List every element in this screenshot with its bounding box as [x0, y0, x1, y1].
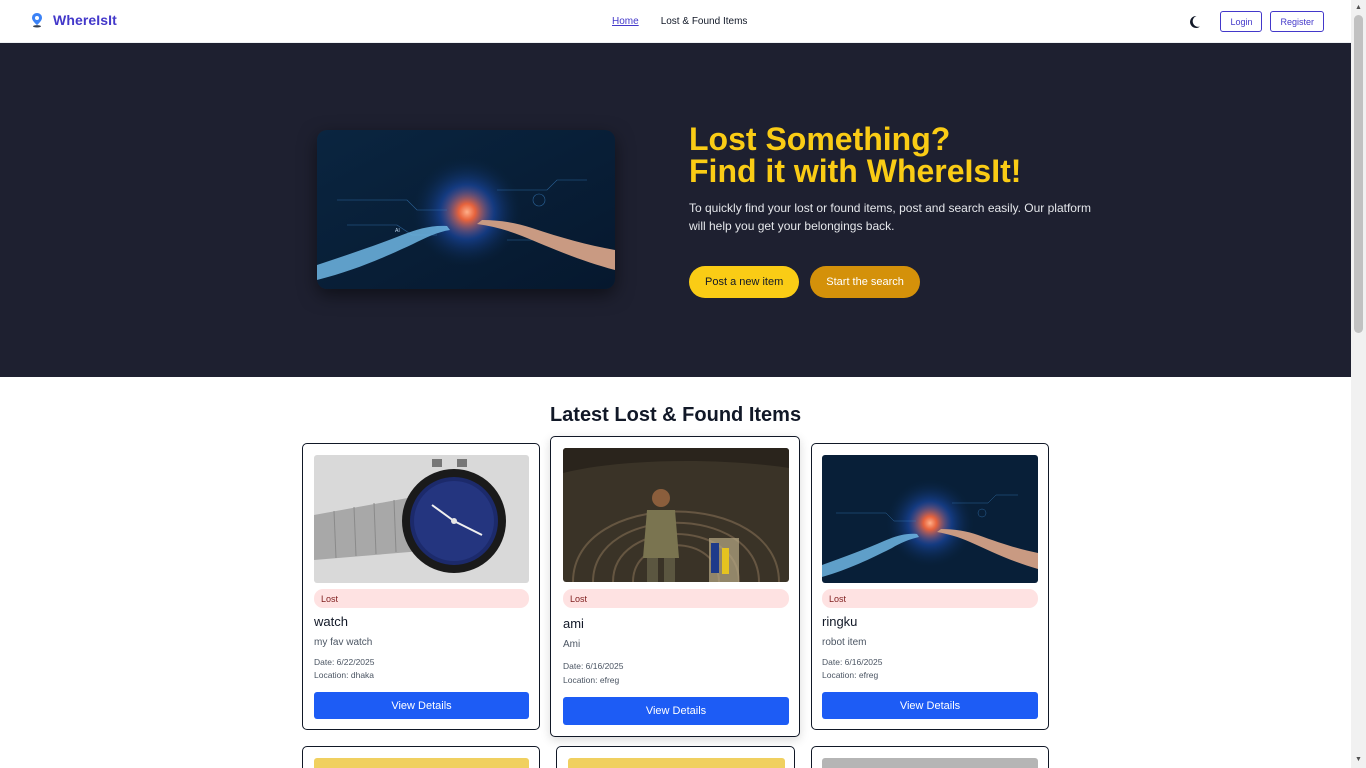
item-card: Lost ami Ami Date: 6/16/2025 Location: e… [550, 436, 800, 737]
view-details-button[interactable]: View Details [563, 697, 789, 725]
brand-logo[interactable]: WhereIsIt [30, 12, 117, 28]
hero-title-line1: Lost Something? [689, 121, 951, 157]
login-button[interactable]: Login [1220, 11, 1263, 32]
nav-actions: Login Register [1186, 11, 1324, 32]
item-card: Lost watch my fav watch Date: 6/22/2025 … [302, 443, 540, 730]
register-button[interactable]: Register [1270, 11, 1324, 32]
page-scrollbar[interactable]: ▲ ▼ [1351, 0, 1366, 768]
item-image [314, 758, 529, 768]
hero-banner: AI Lost Something? Find it with WhereIsI… [0, 43, 1351, 377]
item-description: robot item [822, 637, 867, 648]
navbar: WhereIsIt Home Lost & Found Items Login … [0, 0, 1351, 43]
scroll-thumb[interactable] [1354, 15, 1363, 333]
post-item-button[interactable]: Post a new item [689, 266, 800, 298]
brand-name: WhereIsIt [53, 12, 117, 28]
view-details-button[interactable]: View Details [822, 692, 1038, 719]
item-image [822, 758, 1038, 768]
hero-actions: Post a new item Start the search [689, 266, 920, 298]
hero-title: Lost Something? Find it with WhereIsIt! [689, 123, 1021, 187]
nav-items-link[interactable]: Lost & Found Items [661, 16, 748, 27]
item-location: Location: efreg [822, 670, 879, 680]
hero-description: To quickly find your lost or found items… [689, 201, 1091, 233]
item-card [302, 746, 540, 768]
item-card [811, 746, 1049, 768]
scroll-down-icon[interactable]: ▼ [1354, 755, 1363, 764]
item-image [563, 448, 789, 582]
item-image [822, 455, 1038, 583]
svg-text:AI: AI [395, 228, 400, 234]
item-title: watch [314, 614, 348, 629]
scroll-up-icon[interactable]: ▲ [1354, 3, 1363, 12]
moon-icon[interactable] [1186, 14, 1202, 30]
item-date: Date: 6/16/2025 [822, 657, 883, 667]
item-description: Ami [563, 639, 581, 650]
section-title: Latest Lost & Found Items [549, 404, 802, 426]
status-badge: Lost [314, 589, 529, 608]
item-title: ringku [822, 614, 858, 629]
item-card [556, 746, 795, 768]
item-location: Location: dhaka [314, 670, 375, 680]
item-location: Location: efreg [563, 675, 620, 685]
item-date: Date: 6/22/2025 [314, 657, 375, 667]
hero-image: AI [317, 130, 615, 289]
status-badge: Lost [822, 589, 1038, 608]
item-date: Date: 6/16/2025 [563, 661, 624, 671]
item-card: Lost ringku robot item Date: 6/16/2025 L… [811, 443, 1049, 730]
hero-title-line2: Find it with WhereIsIt! [689, 153, 1022, 189]
start-search-button[interactable]: Start the search [810, 266, 920, 298]
main-nav: Home Lost & Found Items [612, 16, 747, 27]
map-pin-icon [32, 13, 42, 28]
item-image [314, 455, 529, 583]
status-badge: Lost [563, 589, 789, 608]
item-title: ami [563, 616, 584, 631]
item-description: my fav watch [314, 637, 373, 648]
view-details-button[interactable]: View Details [314, 692, 529, 719]
item-image [568, 758, 785, 768]
nav-home-link[interactable]: Home [612, 16, 639, 27]
